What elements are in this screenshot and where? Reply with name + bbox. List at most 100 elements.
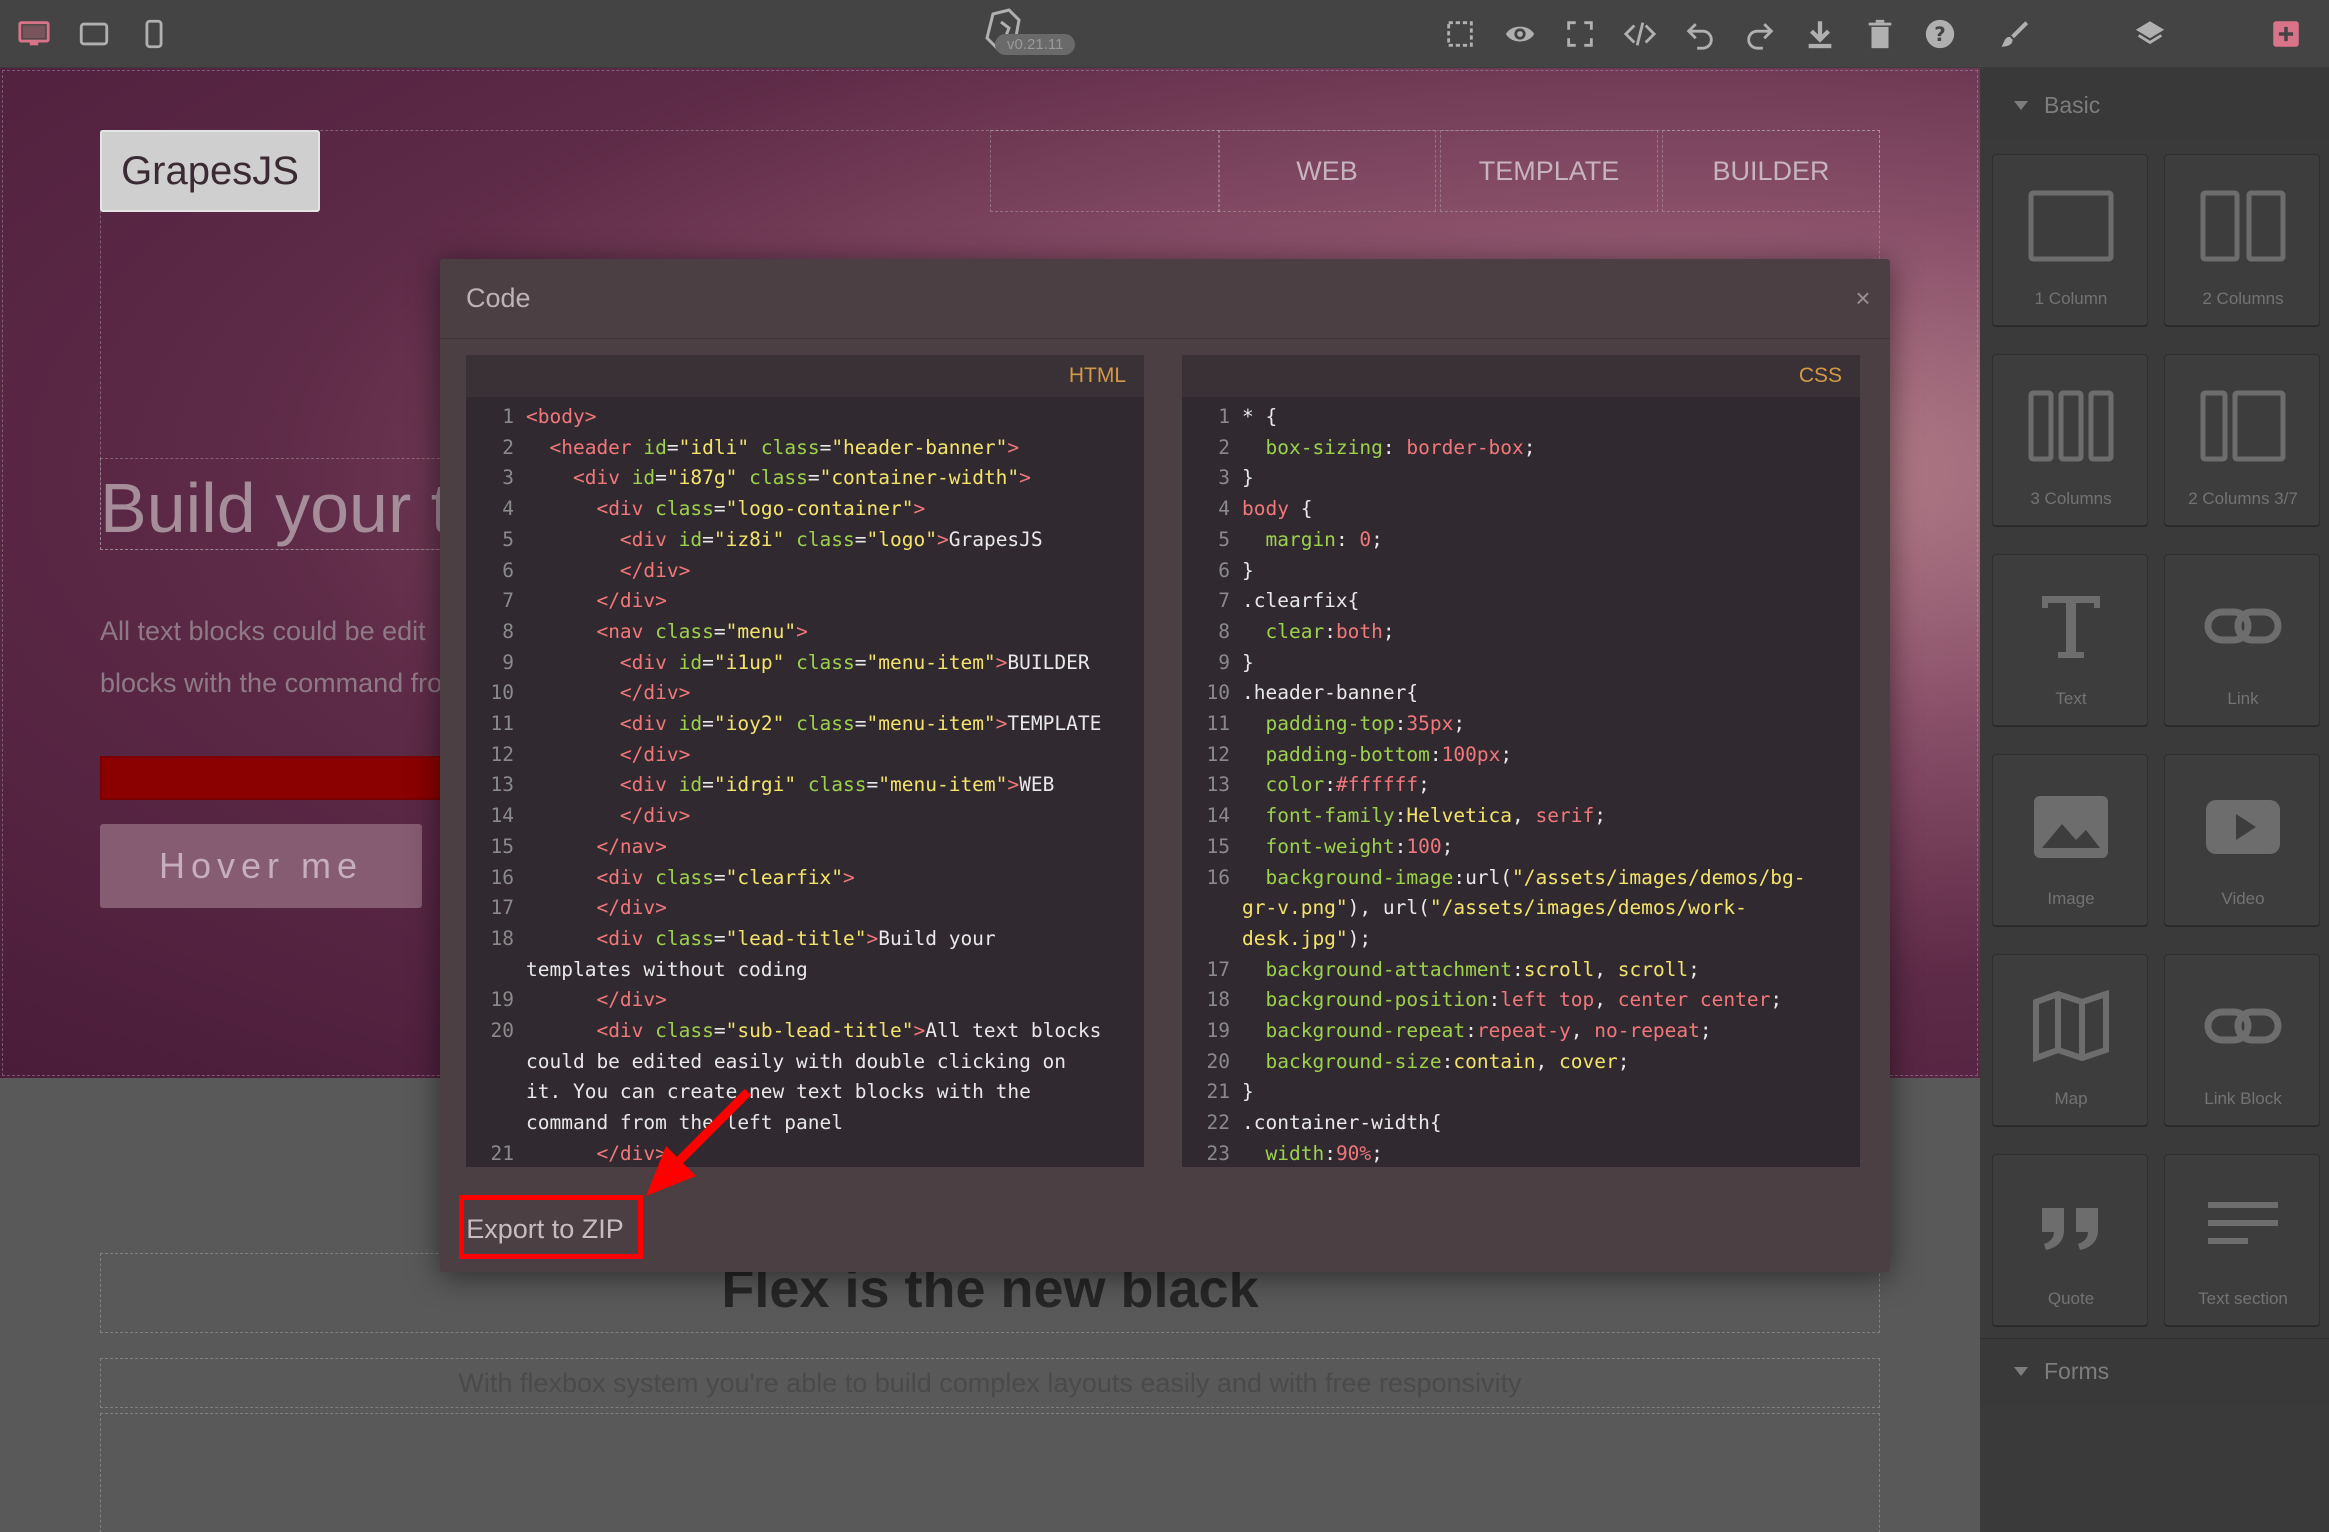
- code-token: ;: [1453, 712, 1466, 735]
- code-token: =: [854, 527, 867, 551]
- modal-header: Code ×: [440, 259, 1890, 339]
- download-icon[interactable]: [1800, 14, 1840, 54]
- desktop-icon[interactable]: [14, 14, 54, 54]
- block-video[interactable]: Video: [2164, 754, 2320, 926]
- menu-item-builder[interactable]: BUILDER: [1662, 130, 1880, 212]
- code-token: class: [655, 926, 714, 950]
- code-token: background-size: [1265, 1049, 1442, 1073]
- code-token: :: [1512, 957, 1524, 981]
- logo[interactable]: GrapesJS: [100, 130, 320, 212]
- category-basic-label: Basic: [2044, 91, 2101, 118]
- code-token: :: [1429, 742, 1442, 766]
- code-line: padding-bottom:100px;: [1242, 743, 1512, 766]
- block-quote[interactable]: Quote: [1992, 1154, 2148, 1326]
- code-token: >: [796, 619, 808, 643]
- line-number: 7: [1218, 589, 1230, 613]
- brush-icon[interactable]: [1994, 14, 2034, 54]
- block-link[interactable]: Link: [2164, 554, 2320, 726]
- code-line: clear:both;: [1242, 620, 1394, 643]
- code-token: :: [1324, 773, 1336, 797]
- category-forms-label: Forms: [2044, 1358, 2110, 1384]
- block-image[interactable]: Image: [1992, 754, 2148, 926]
- red-form-bar[interactable]: [100, 756, 460, 800]
- html-code-panel[interactable]: HTML 1 <body> 2 <header id="idli" class="h…: [466, 355, 1144, 1167]
- code-token: .clearfix{: [1242, 589, 1360, 613]
- top-toolbar: v0.21.11 ?: [0, 0, 2329, 68]
- block-link-block[interactable]: Link Block: [2164, 954, 2320, 1126]
- css-code-panel[interactable]: CSS 1 * {2 box-sizing: border-box; 3} 4 body…: [1182, 355, 1860, 1167]
- link-block-icon: [2165, 981, 2321, 1071]
- code-token: }: [1242, 1080, 1254, 1104]
- code-token: </div>: [619, 804, 691, 828]
- code-line: body {: [1242, 497, 1312, 520]
- flex-subtitle[interactable]: With flexbox system you're able to build…: [0, 1368, 1980, 1399]
- text-icon: [1993, 581, 2149, 671]
- code-token: id: [678, 712, 703, 735]
- menu-outline: [990, 130, 1220, 212]
- code-token: ,: [1594, 957, 1618, 981]
- video-icon: [2165, 781, 2321, 871]
- code-icon[interactable]: [1620, 14, 1660, 54]
- line-number: 6: [1218, 558, 1230, 582]
- block-label: 1 Column: [2034, 289, 2108, 308]
- menu-item-web[interactable]: WEB: [1218, 130, 1436, 212]
- block-text-section[interactable]: Text section: [2164, 1154, 2320, 1326]
- sw-visibility-icon[interactable]: [1440, 14, 1480, 54]
- code-token: >: [843, 865, 855, 889]
- block-1-column[interactable]: 1 Column: [1992, 154, 2148, 326]
- block-label: 2 Columns: [2202, 289, 2284, 308]
- sub-lead-title-line1[interactable]: All text blocks could be edit: [100, 616, 426, 647]
- code-token: :: [1441, 1049, 1454, 1073]
- block-text[interactable]: Text: [1992, 554, 2148, 726]
- code-token: :: [1465, 1019, 1477, 1042]
- block-3-columns[interactable]: 3 Columns: [1992, 354, 2148, 526]
- mobile-icon[interactable]: [134, 14, 174, 54]
- tablet-icon[interactable]: [74, 14, 114, 54]
- category-basic[interactable]: Basic: [1980, 72, 2329, 138]
- line-number: 19: [490, 988, 514, 1012]
- block-map[interactable]: Map: [1992, 954, 2148, 1126]
- help-icon[interactable]: ?: [1920, 14, 1960, 54]
- sub-lead-title-line2[interactable]: blocks with the command fro: [100, 668, 442, 699]
- code-token: </div>: [619, 681, 691, 705]
- trash-icon[interactable]: [1860, 14, 1900, 54]
- layers-icon[interactable]: [2130, 14, 2170, 54]
- code-token: GrapesJS: [948, 527, 1043, 551]
- menu-item-template[interactable]: TEMPLATE: [1440, 130, 1658, 212]
- code-line: </div>: [526, 743, 690, 766]
- line-number: 1: [1218, 405, 1230, 428]
- code-line: padding-top:35px;: [1242, 712, 1465, 735]
- code-line: margin: 0;: [1242, 527, 1383, 551]
- code-token: could be edited easily with double click…: [526, 1049, 1067, 1073]
- code-token: <div: [596, 926, 644, 950]
- undo-icon[interactable]: [1680, 14, 1720, 54]
- code-token: left top: [1500, 988, 1595, 1012]
- blocks-icon[interactable]: [2266, 14, 2306, 54]
- code-line: font-weight:100;: [1242, 835, 1453, 858]
- category-forms[interactable]: Forms: [1980, 1338, 2329, 1404]
- fullscreen-icon[interactable]: [1560, 14, 1600, 54]
- code-token: <div: [619, 527, 667, 551]
- hover-me-button[interactable]: Hover me: [100, 824, 422, 908]
- code-token: =: [819, 435, 832, 459]
- preview-icon[interactable]: [1500, 14, 1540, 54]
- code-token: <div: [572, 466, 620, 490]
- code-token: * {: [1242, 405, 1278, 428]
- code-token: class: [796, 712, 855, 735]
- code-token: "clearfix": [725, 865, 844, 889]
- block-2-columns-37[interactable]: 2 Columns 3/7: [2164, 354, 2320, 526]
- redo-icon[interactable]: [1740, 14, 1780, 54]
- code-token: ;: [1371, 527, 1383, 551]
- code-token: padding-top: [1265, 712, 1395, 735]
- code-token: class: [749, 466, 808, 490]
- block-2-columns[interactable]: 2 Columns: [2164, 154, 2320, 326]
- close-icon[interactable]: ×: [1848, 283, 1878, 313]
- code-token: font-family: [1265, 804, 1395, 828]
